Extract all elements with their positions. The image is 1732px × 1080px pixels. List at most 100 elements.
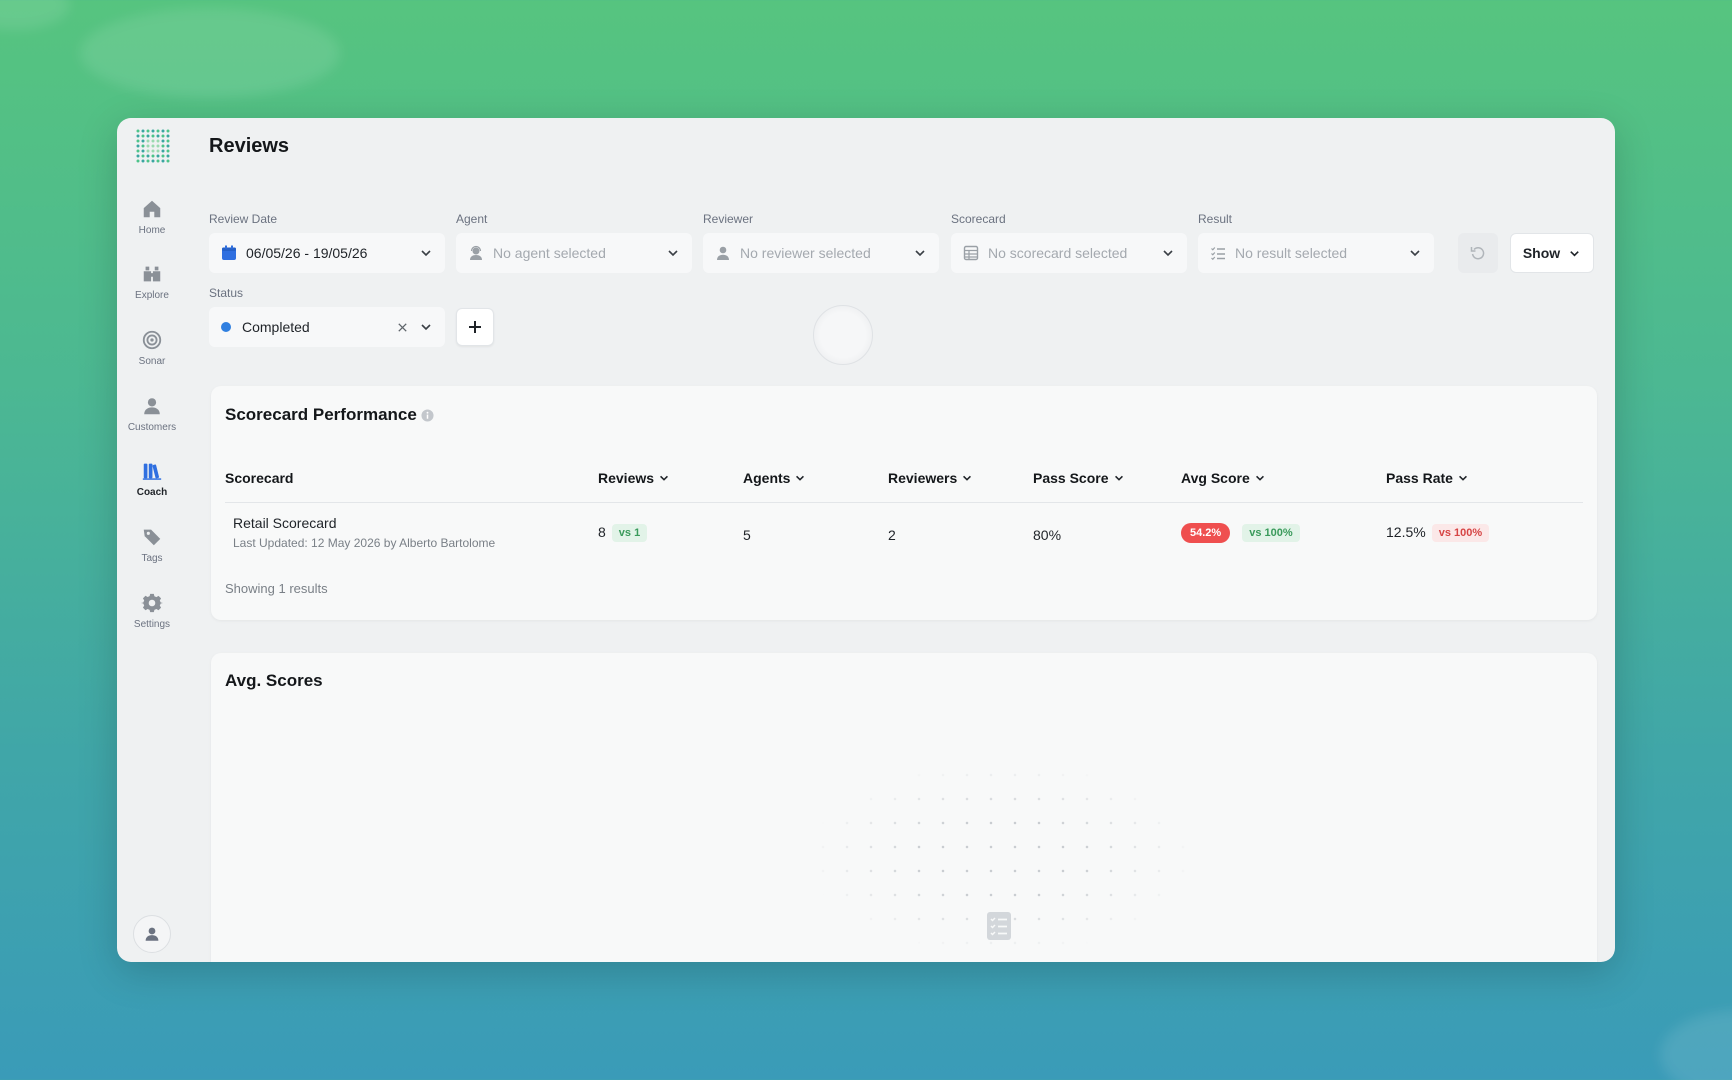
agents-value: 5: [743, 527, 751, 543]
column-header-pass-rate[interactable]: Pass Rate: [1386, 470, 1469, 486]
sidebar-item-explore[interactable]: Explore: [117, 263, 187, 301]
agent-headset-icon: [470, 245, 482, 260]
reviewer-select[interactable]: No reviewer selected: [703, 233, 939, 273]
sidebar-item-label: Explore: [135, 290, 169, 301]
sidebar-item-settings[interactable]: Settings: [117, 592, 187, 630]
sidebar: Home Explore Sonar Customers Coach Tags …: [117, 118, 187, 962]
sidebar-item-label: Sonar: [138, 356, 166, 367]
agent-placeholder: No agent selected: [493, 245, 606, 261]
chevron-down-icon: [1458, 475, 1467, 481]
info-icon[interactable]: [421, 409, 434, 422]
avatar[interactable]: [133, 915, 171, 953]
scorecard-performance-card: Scorecard Performance Scorecard Reviews …: [211, 386, 1597, 620]
show-button[interactable]: Show: [1510, 233, 1594, 273]
chevron-down-icon: [963, 475, 972, 481]
target-icon: [142, 330, 162, 350]
tag-icon: [143, 529, 161, 546]
sidebar-item-label: Settings: [133, 619, 171, 630]
show-button-label: Show: [1522, 245, 1561, 261]
chevron-down-icon: [1570, 250, 1579, 256]
avg-score-cell: 54.2% vs 100%: [1181, 523, 1300, 543]
scorecard-performance-title: Scorecard Performance: [225, 405, 434, 425]
column-header-agents[interactable]: Agents: [743, 470, 806, 486]
review-date-value: 06/05/26 - 19/05/26: [246, 245, 368, 261]
pass-rate-value: 12.5%: [1386, 524, 1426, 540]
sidebar-item-sonar[interactable]: Sonar: [117, 329, 187, 367]
binoculars-icon: [143, 266, 161, 282]
avg-score-comparison-badge: vs 100%: [1242, 524, 1300, 542]
reviewer-placeholder: No reviewer selected: [740, 245, 871, 261]
reviews-cell: 8 vs 1: [598, 524, 648, 543]
loading-indicator: [813, 305, 873, 365]
page-title: Reviews: [209, 135, 290, 157]
status-dot: [221, 322, 231, 332]
sidebar-item-label: Customers: [127, 422, 177, 433]
result-placeholder: No result selected: [1235, 245, 1348, 261]
sidebar-item-tags[interactable]: Tags: [117, 526, 187, 564]
sidebar-item-home[interactable]: Home: [117, 198, 187, 236]
avg-scores-card: Avg. Scores: [211, 653, 1597, 962]
status-select[interactable]: Completed: [209, 307, 445, 347]
avg-scores-title: Avg. Scores: [225, 671, 323, 690]
close-icon[interactable]: [396, 321, 409, 334]
column-header-scorecard: Scorecard: [225, 470, 294, 486]
sidebar-item-coach[interactable]: Coach: [117, 460, 187, 498]
undo-icon: [1470, 247, 1485, 260]
reset-filters-button[interactable]: [1458, 233, 1498, 273]
results-count: Showing 1 results: [225, 581, 328, 596]
home-icon: [143, 200, 161, 218]
plus-icon: [469, 321, 481, 333]
scorecard-name[interactable]: Retail Scorecard: [233, 515, 337, 531]
app-logo-icon[interactable]: [135, 128, 171, 164]
pass-score-value: 80%: [1033, 527, 1062, 543]
chevron-down-icon: [1163, 250, 1173, 257]
result-select[interactable]: No result selected: [1198, 233, 1434, 273]
chevron-down-icon: [421, 324, 431, 331]
scorecard-updated: Last Updated: 12 May 2026 by Alberto Bar…: [233, 536, 496, 550]
pass-rate-comparison-badge: vs 100%: [1431, 524, 1490, 543]
user-icon: [717, 246, 729, 260]
add-filter-button[interactable]: [456, 308, 494, 346]
result-label: Result: [1198, 212, 1233, 226]
sidebar-item-label: Tags: [141, 553, 163, 564]
checklist-icon: [1211, 247, 1225, 261]
column-header-pass-score[interactable]: Pass Score: [1033, 470, 1125, 486]
status-value: Completed: [242, 319, 310, 335]
agent-label: Agent: [456, 212, 488, 226]
chevron-down-icon: [421, 250, 431, 257]
pass-rate-cell: 12.5% vs 100%: [1386, 524, 1490, 543]
scorecard-label: Scorecard: [951, 212, 1006, 226]
avg-score-badge: 54.2%: [1181, 523, 1231, 543]
calendar-icon: [222, 245, 236, 260]
sidebar-item-label: Coach: [136, 487, 168, 498]
table-header-divider: [225, 502, 1583, 503]
status-label: Status: [209, 286, 244, 300]
review-date-label: Review Date: [209, 212, 278, 226]
reviews-value: 8: [598, 524, 606, 540]
chevron-down-icon: [1410, 250, 1420, 257]
chevron-down-icon: [1114, 475, 1123, 481]
scorecard-placeholder: No scorecard selected: [988, 245, 1128, 261]
chevron-down-icon: [796, 475, 805, 481]
reviewers-value: 2: [888, 527, 896, 543]
reviewer-label: Reviewer: [703, 212, 754, 226]
chevron-down-icon: [915, 250, 925, 257]
sidebar-item-customers[interactable]: Customers: [117, 395, 187, 433]
column-header-reviews[interactable]: Reviews: [598, 470, 670, 486]
app-window: Home Explore Sonar Customers Coach Tags …: [117, 118, 1615, 962]
chevron-down-icon: [660, 475, 669, 481]
user-icon: [144, 398, 160, 415]
sidebar-item-label: Home: [138, 225, 166, 236]
gear-icon: [141, 593, 163, 613]
chevron-down-icon: [668, 250, 678, 257]
checklist-icon: [987, 912, 1011, 940]
review-date-select[interactable]: 06/05/26 - 19/05/26: [209, 233, 445, 273]
books-icon: [142, 463, 162, 480]
column-header-avg-score[interactable]: Avg Score: [1181, 470, 1266, 486]
chevron-down-icon: [1255, 475, 1264, 481]
user-icon: [145, 927, 159, 941]
reviews-comparison-badge: vs 1: [611, 524, 648, 543]
agent-select[interactable]: No agent selected: [456, 233, 692, 273]
scorecard-select[interactable]: No scorecard selected: [951, 233, 1187, 273]
column-header-reviewers[interactable]: Reviewers: [888, 470, 973, 486]
